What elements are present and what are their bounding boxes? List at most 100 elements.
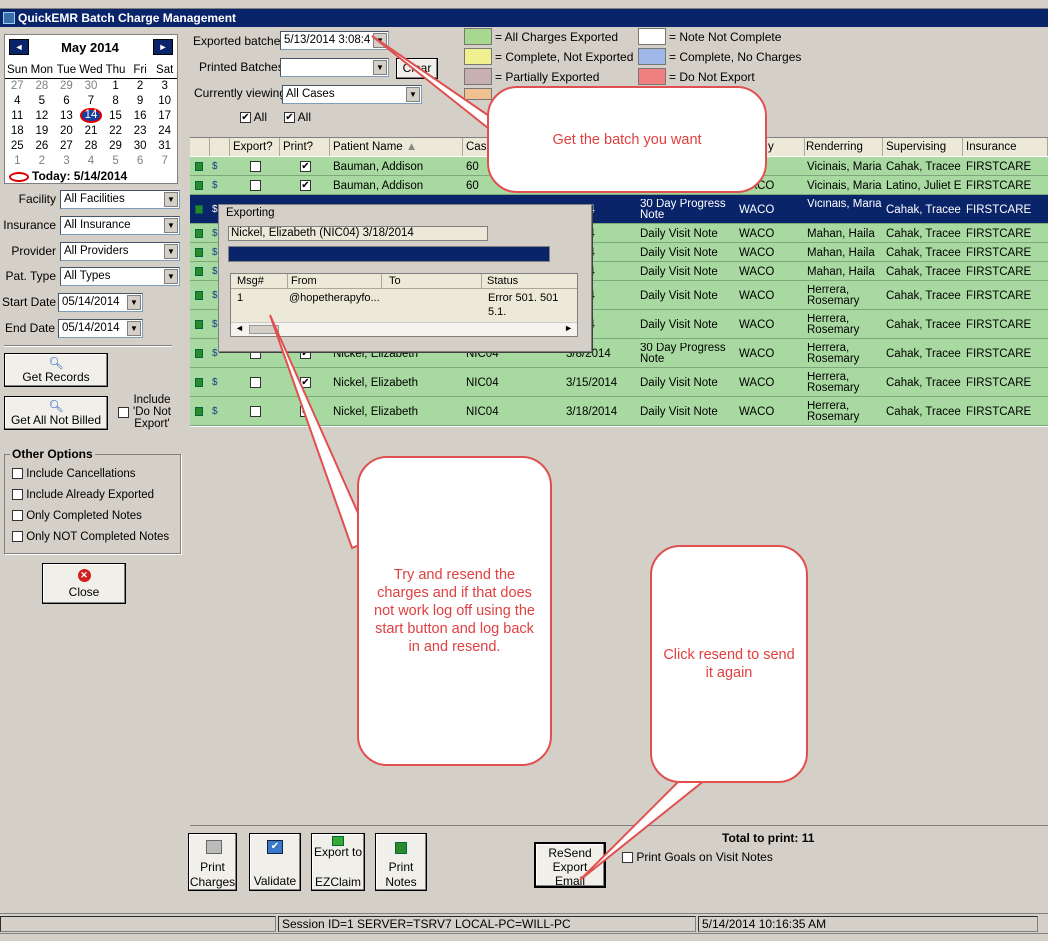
print-checkbox[interactable]: ✔: [300, 406, 311, 417]
calendar-day[interactable]: 16: [128, 108, 153, 123]
calendar-day[interactable]: 24: [152, 123, 177, 138]
calendar-day[interactable]: 2: [128, 78, 153, 93]
currently-viewing-select[interactable]: All Cases ▼: [282, 85, 422, 104]
calendar-day[interactable]: 31: [152, 138, 177, 153]
scroll-left-icon[interactable]: ◄: [235, 323, 244, 333]
calendar-day[interactable]: 29: [103, 138, 128, 153]
print-checkbox[interactable]: ✔: [300, 161, 311, 172]
horizontal-scrollbar[interactable]: ◄ ►: [231, 322, 577, 336]
calendar-day[interactable]: 29: [54, 78, 79, 93]
export-checkbox[interactable]: [250, 406, 261, 417]
col-insurance[interactable]: Insurance: [963, 138, 1048, 156]
resend-export-email-button[interactable]: ReSend Export Email: [534, 842, 606, 888]
calendar-day[interactable]: 15: [103, 108, 128, 123]
include-do-not-export-checkbox[interactable]: [118, 405, 129, 419]
print-charges-button[interactable]: Print Charges: [188, 833, 237, 891]
charges-icon[interactable]: $: [212, 319, 218, 330]
option-checkbox-3[interactable]: Only Completed Notes: [12, 510, 142, 522]
calendar-day[interactable]: 12: [30, 108, 55, 123]
charges-icon[interactable]: $: [212, 406, 218, 417]
charges-icon[interactable]: $: [212, 204, 218, 215]
calendar-day[interactable]: 20: [54, 123, 79, 138]
provider-select[interactable]: All Providers ▼: [60, 242, 180, 261]
calendar-day[interactable]: 6: [54, 93, 79, 108]
calendar-day[interactable]: 6: [128, 153, 153, 168]
calendar-day[interactable]: 3: [54, 153, 79, 168]
col-export[interactable]: Export?: [230, 138, 280, 156]
calendar-day[interactable]: 30: [128, 138, 153, 153]
calendar-day[interactable]: 4: [5, 93, 30, 108]
print-checkbox[interactable]: ✔: [300, 377, 311, 388]
note-icon[interactable]: [195, 205, 203, 214]
calendar-day[interactable]: 1: [103, 78, 128, 93]
option-checkbox-4[interactable]: Only NOT Completed Notes: [12, 531, 169, 543]
calendar-day[interactable]: 25: [5, 138, 30, 153]
get-records-button[interactable]: 🔍︎ Get Records: [4, 353, 108, 387]
table-row[interactable]: $ ✔ Nickel, Elizabeth NIC04 3/18/2014 Daily V…: [190, 397, 1048, 426]
option-checkbox-2[interactable]: Include Already Exported: [12, 489, 154, 501]
scroll-thumb[interactable]: [249, 325, 279, 334]
scroll-right-icon[interactable]: ►: [564, 323, 573, 333]
calendar-day[interactable]: 21: [79, 123, 104, 138]
note-icon[interactable]: [195, 181, 203, 190]
export-checkbox[interactable]: [250, 377, 261, 388]
calendar-day[interactable]: 26: [30, 138, 55, 153]
note-icon[interactable]: [195, 229, 203, 238]
charges-icon[interactable]: $: [212, 247, 218, 258]
calendar-day[interactable]: 7: [79, 93, 104, 108]
start-date-picker[interactable]: 05/14/2014 ▼: [58, 293, 143, 312]
col-facility[interactable]: y: [765, 138, 805, 156]
calendar-day[interactable]: 1: [5, 153, 30, 168]
calendar-day[interactable]: 7: [152, 153, 177, 168]
charges-icon[interactable]: $: [212, 348, 218, 359]
calendar-day[interactable]: 4: [79, 153, 104, 168]
exported-batches-select[interactable]: 5/13/2014 3:08:4 ▼: [280, 31, 389, 50]
next-month-button[interactable]: ►: [153, 39, 173, 55]
calendar-day[interactable]: 19: [30, 123, 55, 138]
calendar-day[interactable]: 13: [54, 108, 79, 123]
note-icon[interactable]: [195, 407, 203, 416]
today-label[interactable]: Today: 5/14/2014: [9, 169, 127, 183]
charges-icon[interactable]: $: [212, 180, 218, 191]
calendar-day[interactable]: 9: [128, 93, 153, 108]
col-patient-name[interactable]: Patient Name ▲: [330, 138, 463, 156]
calendar-day[interactable]: 11: [5, 108, 30, 123]
col-supervising[interactable]: Supervising: [883, 138, 963, 156]
calendar-day[interactable]: 14: [79, 108, 104, 123]
charges-icon[interactable]: $: [212, 266, 218, 277]
all-print-checkbox[interactable]: ✔ All: [284, 110, 311, 124]
note-icon[interactable]: [195, 320, 203, 329]
calendar-day[interactable]: 5: [30, 93, 55, 108]
calendar-day[interactable]: 5: [103, 153, 128, 168]
charges-icon[interactable]: $: [212, 290, 218, 301]
option-checkbox-1[interactable]: Include Cancellations: [12, 468, 136, 480]
calendar-day[interactable]: 28: [30, 78, 55, 93]
calendar-day[interactable]: 3: [152, 78, 177, 93]
facility-select[interactable]: All Facilities ▼: [60, 190, 180, 209]
note-icon[interactable]: [195, 378, 203, 387]
calendar-day[interactable]: 27: [54, 138, 79, 153]
printed-batches-select[interactable]: ▼: [280, 58, 389, 77]
print-goals-checkbox[interactable]: Print Goals on Visit Notes: [622, 850, 773, 864]
charges-icon[interactable]: $: [212, 161, 218, 172]
calendar-day[interactable]: 18: [5, 123, 30, 138]
calendar-day[interactable]: 28: [79, 138, 104, 153]
calendar-day[interactable]: 2: [30, 153, 55, 168]
note-icon[interactable]: [195, 349, 203, 358]
calendar-day[interactable]: 22: [103, 123, 128, 138]
export-checkbox[interactable]: [250, 180, 261, 191]
calendar-day[interactable]: 8: [103, 93, 128, 108]
prev-month-button[interactable]: ◄: [9, 39, 29, 55]
export-checkbox[interactable]: [250, 161, 261, 172]
col-print[interactable]: Print?: [280, 138, 330, 156]
end-date-picker[interactable]: 05/14/2014 ▼: [58, 319, 143, 338]
note-icon[interactable]: [195, 162, 203, 171]
insurance-select[interactable]: All Insurance ▼: [60, 216, 180, 235]
calendar-day[interactable]: 17: [152, 108, 177, 123]
get-all-not-billed-button[interactable]: 🔍︎ Get All Not Billed: [4, 396, 108, 430]
table-row[interactable]: $ ✔ Nickel, Elizabeth NIC04 3/15/2014 Daily V…: [190, 368, 1048, 397]
clear-button[interactable]: Clear: [396, 58, 438, 79]
calendar-day[interactable]: 10: [152, 93, 177, 108]
col-rendering[interactable]: Renderring: [803, 138, 883, 156]
message-row[interactable]: 1 @hopetherapyfo... Error 501. 501 5.1.: [231, 291, 577, 318]
